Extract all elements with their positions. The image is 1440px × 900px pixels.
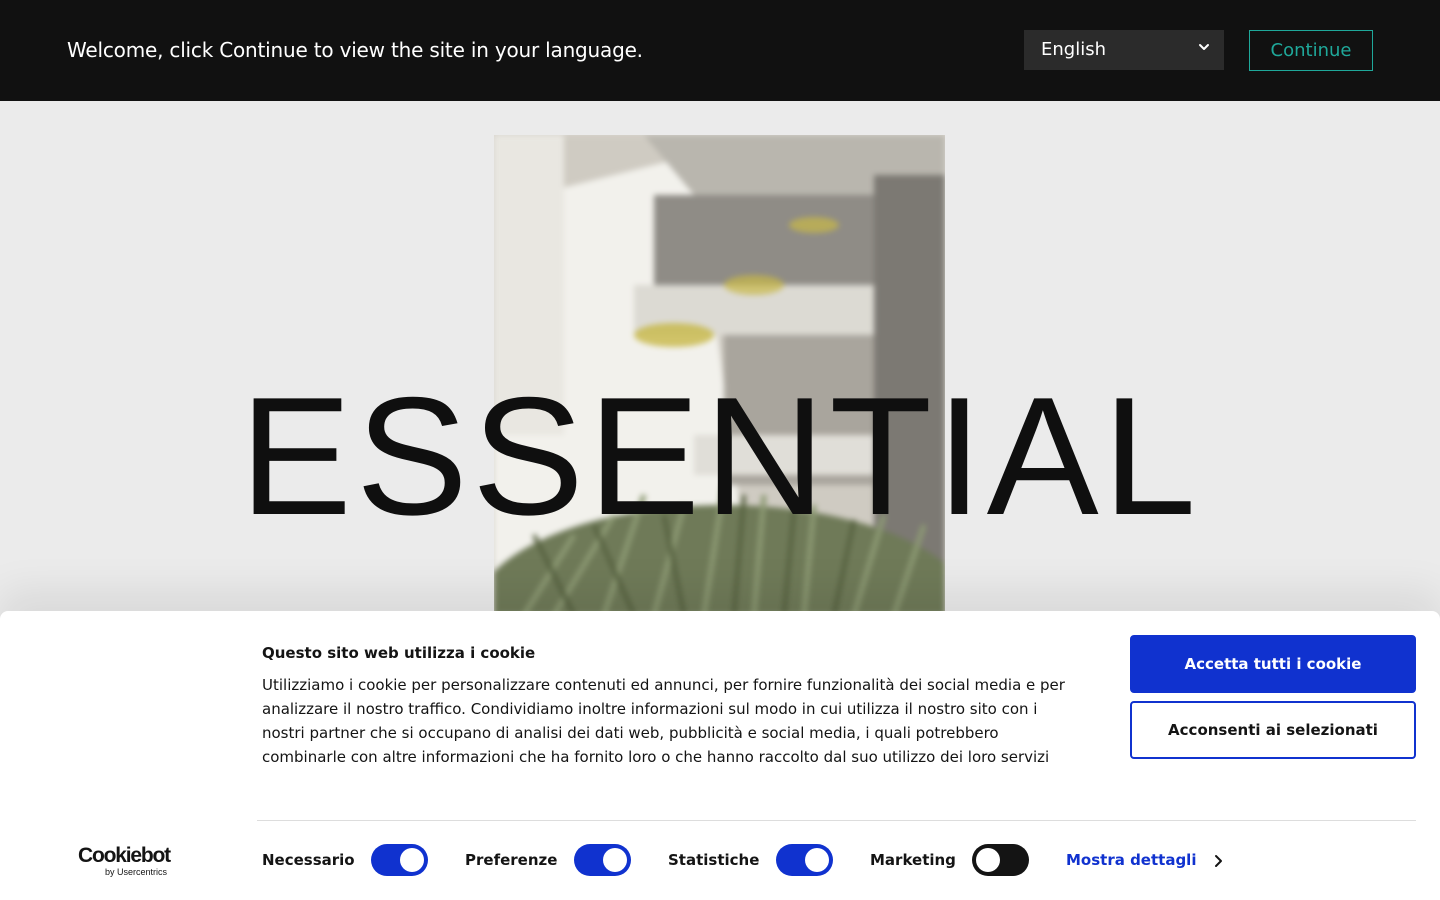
toggle-statistics[interactable] [776,844,833,876]
toggle-knob [805,848,829,872]
cookie-title: Questo sito web utilizza i cookie [262,644,536,662]
chevron-down-icon [1199,44,1209,50]
toggle-label-preferences: Preferenze [465,851,558,869]
toggle-knob [603,848,627,872]
cookiebot-logo: Cookiebot by Usercentrics [78,845,182,879]
accept-all-button[interactable]: Accetta tutti i cookie [1130,635,1416,693]
toggle-knob [976,848,1000,872]
toggle-knob [400,848,424,872]
allow-selected-button[interactable]: Acconsenti ai selezionati [1130,701,1416,759]
cookie-description: Utilizziamo i cookie per personalizzare … [262,676,1065,766]
toggle-label-statistics: Statistiche [668,851,760,869]
divider [257,820,1416,821]
chevron-right-icon [1215,855,1222,867]
continue-button[interactable]: Continue [1249,30,1373,71]
cookiebot-logo-sub: by Usercentrics [105,867,168,877]
toggle-label-marketing: Marketing [870,851,956,869]
toggle-preferences[interactable] [574,844,631,876]
toggle-necessary[interactable] [371,844,428,876]
hero-title: ESSENTIAL [239,362,1201,550]
language-banner: Welcome, click Continue to view the site… [0,0,1440,101]
language-select[interactable]: English [1024,30,1224,70]
language-banner-message: Welcome, click Continue to view the site… [67,38,643,62]
cookiebot-logo-main: Cookiebot [78,844,171,867]
language-select-value: English [1041,39,1106,60]
toggle-label-necessary: Necessario [262,851,355,869]
toggle-marketing[interactable] [972,844,1029,876]
cookie-consent-panel: Questo sito web utilizza i cookie Utiliz… [0,611,1440,900]
show-details-link[interactable]: Mostra dettagli [1066,851,1196,869]
